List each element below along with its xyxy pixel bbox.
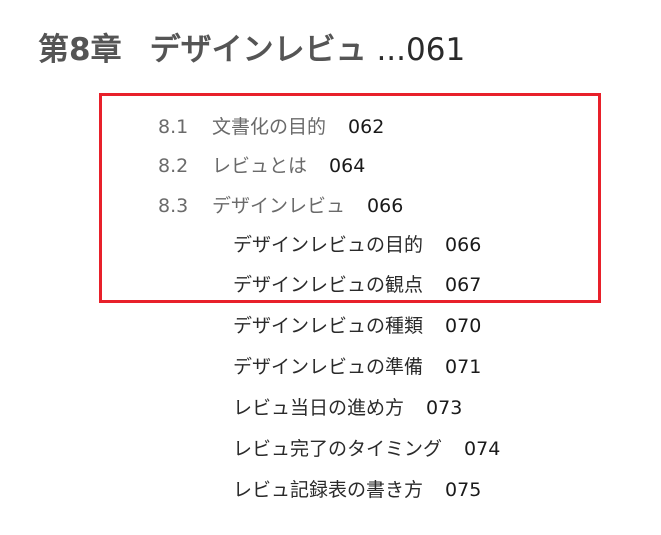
section-title: デザインレビュ bbox=[212, 195, 346, 217]
toc-subsection[interactable]: レビュ当日の進め方 073 bbox=[233, 395, 462, 421]
section-page: 066 bbox=[367, 195, 404, 217]
toc-section[interactable]: 8.1 文書化の目的 062 bbox=[158, 114, 384, 140]
section-number: 8.1 bbox=[158, 116, 189, 138]
subsection-page: 073 bbox=[426, 397, 463, 419]
subsection-page: 067 bbox=[445, 274, 482, 296]
toc-subsection[interactable]: デザインレビュの目的 066 bbox=[233, 232, 481, 258]
subsection-page: 074 bbox=[464, 438, 501, 460]
toc-section[interactable]: 8.3 デザインレビュ 066 bbox=[158, 193, 403, 219]
subsection-page: 066 bbox=[445, 234, 482, 256]
section-number: 8.3 bbox=[158, 195, 189, 217]
chapter-title: デザインレビュ bbox=[149, 32, 367, 68]
toc-subsection[interactable]: レビュ記録表の書き方 075 bbox=[233, 477, 481, 503]
subsection-title: デザインレビュの目的 bbox=[233, 234, 424, 256]
chapter-page: 061 bbox=[406, 32, 466, 68]
subsection-page: 075 bbox=[445, 479, 482, 501]
subsection-title: レビュ完了のタイミング bbox=[233, 438, 443, 460]
toc-subsection[interactable]: デザインレビュの観点 067 bbox=[233, 272, 481, 298]
chapter-leader-dots: ... bbox=[376, 32, 406, 68]
toc-subsection[interactable]: デザインレビュの種類 070 bbox=[233, 313, 481, 339]
subsection-page: 071 bbox=[445, 356, 482, 378]
subsection-page: 070 bbox=[445, 315, 482, 337]
subsection-title: デザインレビュの種類 bbox=[233, 315, 424, 337]
subsection-title: レビュ記録表の書き方 bbox=[233, 479, 424, 501]
chapter-number: 第8章 bbox=[38, 32, 122, 68]
section-title: レビュとは bbox=[212, 155, 308, 177]
subsection-title: レビュ当日の進め方 bbox=[233, 397, 405, 419]
section-title: 文書化の目的 bbox=[212, 116, 327, 138]
section-number: 8.2 bbox=[158, 155, 189, 177]
section-page: 062 bbox=[348, 116, 385, 138]
toc-subsection[interactable]: デザインレビュの準備 071 bbox=[233, 354, 481, 380]
subsection-title: デザインレビュの準備 bbox=[233, 356, 424, 378]
section-page: 064 bbox=[329, 155, 366, 177]
toc-section[interactable]: 8.2 レビュとは 064 bbox=[158, 153, 365, 179]
subsection-title: デザインレビュの観点 bbox=[233, 274, 424, 296]
toc-subsection[interactable]: レビュ完了のタイミング 074 bbox=[233, 436, 500, 462]
chapter-heading: 第8章 デザインレビュ ...061 bbox=[38, 30, 465, 70]
